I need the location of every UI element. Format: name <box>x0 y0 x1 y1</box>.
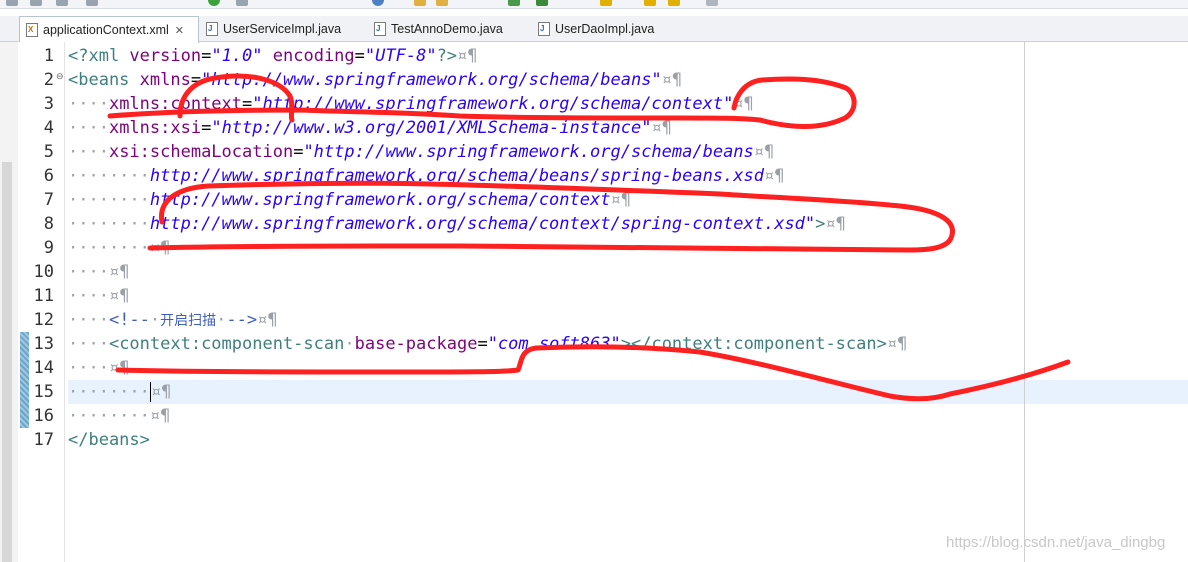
line-number: 5 <box>43 142 54 162</box>
tab-label: applicationContext.xml <box>43 23 169 37</box>
line-number: 10 <box>33 262 54 282</box>
tab-label: UserServiceImpl.java <box>223 21 342 36</box>
code-line-8: ········http://www.springframework.org/s… <box>68 214 846 234</box>
open-folder-icon[interactable] <box>436 0 448 6</box>
toolbar-icon[interactable] <box>236 0 248 6</box>
line-number: 13 <box>33 334 54 354</box>
code-line-3: ····xmlns:context="http://www.springfram… <box>68 94 754 114</box>
toolbar-icon[interactable] <box>56 0 68 6</box>
java-file-icon: J <box>206 21 218 36</box>
code-line-17: </beans> <box>68 430 150 450</box>
tab-user-service-impl[interactable]: J UserServiceImpl.java <box>200 16 366 41</box>
line-number: 14 <box>33 358 54 378</box>
toolbar-icon[interactable] <box>30 0 42 6</box>
tab-label: TestAnnoDemo.java <box>391 21 503 36</box>
run-icon[interactable] <box>208 0 220 6</box>
code-line-9: ········¤¶ <box>68 238 171 258</box>
code-line-12: ····<!--·开启扫描·-->¤¶ <box>68 310 278 330</box>
code-line-14: ····¤¶ <box>68 358 130 378</box>
code-line-13: ····<context:component-scan·base-package… <box>68 334 908 354</box>
toolbar-icon[interactable] <box>536 0 548 6</box>
line-number: 12 <box>33 310 54 330</box>
toolbar-icon[interactable] <box>6 0 18 6</box>
tab-test-anno-demo[interactable]: J TestAnnoDemo.java <box>368 16 530 41</box>
code-line-4: ····xmlns:xsi="http://www.w3.org/2001/XM… <box>68 118 672 138</box>
toolbar-icon[interactable] <box>600 0 612 6</box>
code-line-5: ····xsi:schemaLocation="http://www.sprin… <box>68 142 775 162</box>
toolbar-icon[interactable] <box>706 0 718 6</box>
line-number: 4 <box>43 118 54 138</box>
code-line-11: ····¤¶ <box>68 286 130 306</box>
close-icon[interactable]: ✕ <box>175 24 184 37</box>
line-number: 16 <box>33 406 54 426</box>
editor-tab-bar: X applicationContext.xml ✕ J UserService… <box>0 16 1188 43</box>
open-folder-icon[interactable] <box>414 0 426 6</box>
code-line-10: ····¤¶ <box>68 262 130 282</box>
line-number: 15 <box>33 382 54 402</box>
code-line-16: ········¤¶ <box>68 406 171 426</box>
line-number: 2 <box>43 70 54 90</box>
line-number: 9 <box>43 238 54 258</box>
back-icon[interactable] <box>644 0 656 6</box>
watermark: https://blog.csdn.net/java_dingbg <box>946 534 1166 551</box>
code-line-6: ········http://www.springframework.org/s… <box>68 166 785 186</box>
java-file-icon: J <box>538 21 550 36</box>
toolbar-icon[interactable] <box>508 0 520 6</box>
forward-icon[interactable] <box>668 0 680 6</box>
toolbar-icon[interactable] <box>86 0 98 6</box>
scrollbar-thumb[interactable] <box>2 162 12 562</box>
line-number: 7 <box>43 190 54 210</box>
tab-user-dao-impl[interactable]: J UserDaoImpl.java <box>532 16 682 41</box>
code-line-7: ········http://www.springframework.org/s… <box>68 190 631 210</box>
line-number: 3 <box>43 94 54 114</box>
fold-toggle-icon[interactable]: ⊖ <box>56 72 64 82</box>
line-number: 1 <box>43 46 54 66</box>
xml-file-icon: X <box>26 23 38 37</box>
tab-application-context-xml[interactable]: X applicationContext.xml ✕ <box>19 16 199 43</box>
print-margin <box>1024 42 1025 562</box>
line-number: 8 <box>43 214 54 234</box>
code-line-15-current: ········¤¶ <box>68 380 1188 404</box>
line-number: 11 <box>33 286 54 306</box>
line-number: 17 <box>33 430 54 450</box>
code-editor[interactable]: <?xml version="1.0" encoding="UTF-8"?>¤¶… <box>68 44 1188 562</box>
line-number: 6 <box>43 166 54 186</box>
java-file-icon: J <box>374 21 386 36</box>
debug-icon[interactable] <box>372 0 384 6</box>
main-toolbar <box>0 0 1188 9</box>
tab-label: UserDaoImpl.java <box>555 21 655 36</box>
code-line-1: <?xml version="1.0" encoding="UTF-8"?>¤¶ <box>68 46 478 66</box>
code-line-2: <beans xmlns="http://www.springframework… <box>68 70 683 90</box>
left-panel-strip <box>0 42 18 562</box>
